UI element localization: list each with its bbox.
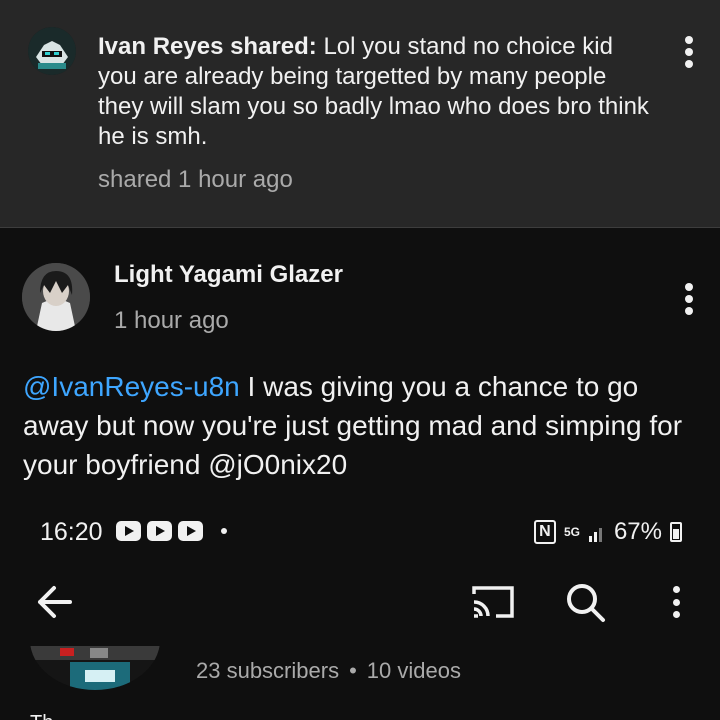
youtube-notification-icon [178,521,203,541]
shared-author-avatar[interactable] [28,27,76,75]
channel-stats: 23 subscribers • 10 videos [196,658,461,684]
subscriber-count: 23 subscribers [196,658,340,683]
status-clock: 16:20 [40,518,103,546]
app-bar [0,560,720,644]
more-vert-icon [685,36,693,44]
youtube-notification-icon [147,521,172,541]
battery-percent: 67% [613,518,662,545]
stats-separator: • [349,658,357,683]
network-type: 5G [563,525,580,539]
search-icon[interactable] [563,580,607,624]
mention-link[interactable]: @IvanReyes-u8n [23,371,240,402]
status-right: N 5G 67% [533,518,682,546]
comment-author-name[interactable]: Light Yagami Glazer [114,261,343,289]
comment-item: Light Yagami Glazer 1 hour ago @IvanReye… [0,229,720,499]
comment-body: @IvanReyes-u8n I was giving you a chance… [23,367,703,484]
nfc-icon: N [533,520,556,544]
shared-post-more-button[interactable] [679,34,699,70]
channel-description-peek: Th... [30,712,70,720]
status-bar: 16:20 N 5G 67% [0,508,720,554]
shared-author-name[interactable]: Ivan Reyes shared: [98,33,317,60]
comment-time: 1 hour ago [114,307,229,334]
back-arrow-icon[interactable] [34,584,74,620]
notification-icons [116,521,227,541]
more-vert-icon [685,283,693,291]
shared-post-card: Ivan Reyes shared: Lol you stand no choi… [0,0,720,228]
more-vert-icon [672,586,680,593]
cast-icon[interactable] [470,582,516,622]
comment-more-button[interactable] [679,281,699,317]
signal-icon [588,528,602,542]
youtube-notification-icon [116,521,141,541]
more-notifications-dot-icon [221,528,227,534]
video-count: 10 videos [366,658,461,683]
comment-author-avatar[interactable] [22,263,90,331]
shared-post-text: Ivan Reyes shared: Lol you stand no choi… [98,32,658,152]
battery-icon [670,522,682,542]
shared-post-time: shared 1 hour ago [98,166,293,193]
app-bar-more-button[interactable] [666,584,686,620]
